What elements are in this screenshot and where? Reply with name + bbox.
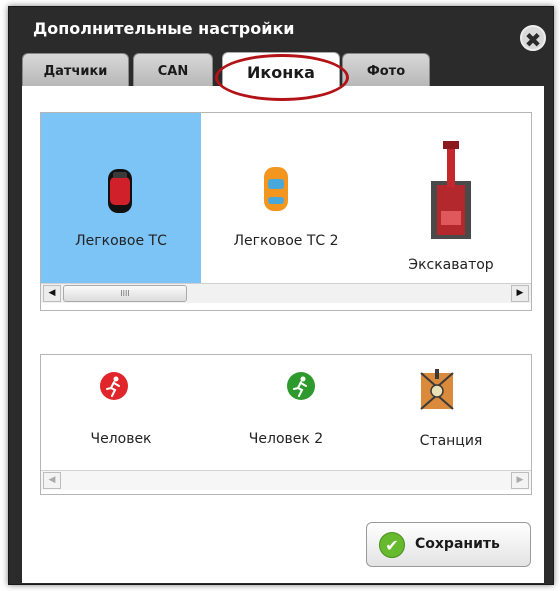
green-runner-icon — [287, 372, 315, 400]
excavator-icon — [431, 141, 471, 239]
icon-option-excavator[interactable]: Экскаватор — [371, 113, 531, 283]
icon-option-car-2[interactable]: Легковое ТС 2 — [201, 113, 371, 283]
vehicle-panel-scrollbar[interactable]: ◀ IIII ▶ — [41, 283, 531, 303]
save-button[interactable]: ✔ Сохранить — [366, 522, 531, 567]
icon-option-car[interactable]: Легковое ТС — [41, 113, 201, 283]
close-icon[interactable]: ✖ — [520, 25, 546, 52]
checkmark-icon: ✔ — [379, 532, 405, 558]
dialog-titlebar[interactable]: Дополнительные настройки — [9, 7, 553, 57]
person-panel-scrollbar[interactable]: ◀ ▶ — [41, 470, 531, 490]
scroll-right-button[interactable]: ▶ — [511, 285, 529, 302]
tab-can[interactable]: CAN — [133, 53, 213, 89]
icon-option-label: Легковое ТС — [75, 233, 167, 249]
save-button-label: Сохранить — [415, 536, 500, 552]
person-icon-panel: Человек Человек 2 Станция ◀ ▶ — [40, 354, 532, 495]
icon-option-label: Человек — [90, 431, 152, 447]
red-car-icon — [108, 169, 132, 213]
icon-option-person[interactable]: Человек — [41, 355, 201, 470]
scroll-left-button[interactable]: ◀ — [43, 472, 61, 489]
station-icon — [420, 369, 454, 410]
icon-option-station[interactable]: Станция — [371, 355, 531, 470]
icon-option-label: Человек 2 — [248, 431, 324, 447]
vehicle-icon-panel: Легковое ТС Легковое ТС 2 Экскаватор ◀ I… — [40, 112, 532, 311]
icon-option-person-2[interactable]: Человек 2 — [201, 355, 371, 470]
scroll-thumb[interactable]: IIII — [63, 285, 187, 302]
red-runner-icon — [100, 372, 128, 400]
icon-option-label: Легковое ТС 2 — [233, 233, 339, 249]
scroll-left-button[interactable]: ◀ — [43, 285, 61, 302]
dialog-title: Дополнительные настройки — [33, 19, 295, 38]
icon-option-label: Экскаватор — [408, 257, 494, 273]
orange-car-icon — [264, 167, 288, 211]
tab-photo[interactable]: Фото — [342, 53, 430, 89]
icon-option-label: Станция — [419, 433, 483, 449]
scroll-right-button[interactable]: ▶ — [511, 472, 529, 489]
tab-sensors[interactable]: Датчики — [22, 53, 129, 89]
